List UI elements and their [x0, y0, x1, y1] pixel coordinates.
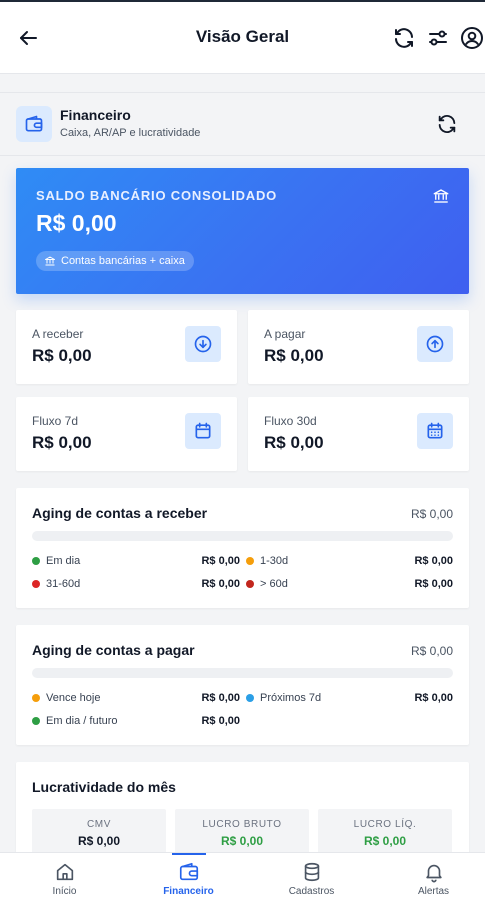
card-total: R$ 0,00: [410, 507, 453, 521]
legend-dot: [32, 557, 40, 565]
nav-item-financeiro[interactable]: Financeiro: [128, 853, 249, 897]
legend-label: Em dia / futuro: [46, 715, 118, 727]
profit-tile-cmv: CMV R$ 0,00: [32, 809, 166, 857]
stat-label: A pagar: [264, 327, 306, 341]
stat-card-fluxo-7d[interactable]: Fluxo 7d R$ 0,00: [16, 397, 237, 471]
aging-progress-bar: [32, 668, 453, 678]
aging-receivables-card: Aging de contas a receber R$ 0,00 Em dia…: [16, 488, 469, 608]
section-subtitle: Caixa, AR/AP e lucratividade: [60, 127, 201, 139]
balance-source-label: Contas bancárias + caixa: [61, 255, 185, 267]
database-icon: [304, 862, 319, 882]
nav-item-cadastros[interactable]: Cadastros: [251, 853, 372, 897]
nav-label: Início: [52, 886, 77, 897]
card-title: Lucratividade do mês: [32, 779, 176, 795]
stat-label: Fluxo 7d: [32, 414, 79, 428]
dashboard-content: SALDO BANCÁRIO CONSOLIDADO R$ 0,00 Conta…: [0, 157, 485, 872]
profit-tile-lucro-bruto: LUCRO BRUTO R$ 0,00: [175, 809, 309, 857]
legend-value: R$ 0,00: [201, 578, 240, 590]
legend-dot: [246, 694, 254, 702]
stat-card-fluxo-30d[interactable]: Fluxo 30d R$ 0,00: [248, 397, 469, 471]
bell-icon: [425, 864, 442, 883]
legend-label: Vence hoje: [46, 692, 101, 704]
profit-tile-value: R$ 0,00: [220, 834, 264, 848]
app-screen: Visão Geral Financeiro Caixa, AR/AP e lu…: [0, 0, 485, 897]
legend-value: R$ 0,00: [414, 692, 453, 704]
nav-label: Alertas: [417, 886, 450, 897]
account-icon[interactable]: [460, 26, 484, 50]
legend-label: 31-60d: [46, 578, 81, 590]
legend-value: R$ 0,00: [414, 578, 453, 590]
balance-source-pill: Contas bancárias + caixa: [36, 251, 194, 271]
legend-item: 1-30d: [246, 555, 288, 567]
card-title: Aging de contas a pagar: [32, 642, 195, 658]
legend-value: R$ 0,00: [201, 555, 240, 567]
arrow-down-circle-icon: [185, 326, 221, 362]
stat-card-a-pagar[interactable]: A pagar R$ 0,00: [248, 310, 469, 384]
legend-dot: [32, 580, 40, 588]
refresh-icon[interactable]: [392, 26, 416, 50]
legend-value: R$ 0,00: [414, 555, 453, 567]
profit-tile-value: R$ 0,00: [77, 834, 121, 848]
stat-value: R$ 0,00: [264, 433, 324, 452]
legend-dot: [32, 717, 40, 725]
legend-item: Em dia: [32, 555, 80, 567]
legend-value: R$ 0,00: [201, 692, 240, 704]
legend-dot: [246, 580, 254, 588]
balance-amount: R$ 0,00: [36, 210, 117, 236]
stat-label: A receber: [32, 327, 84, 341]
legend-item: Vence hoje: [32, 692, 100, 704]
wallet-icon: [179, 862, 198, 881]
bank-small-icon: [45, 256, 55, 266]
nav-label: Financeiro: [163, 886, 214, 897]
consolidated-balance-card: SALDO BANCÁRIO CONSOLIDADO R$ 0,00 Conta…: [16, 168, 469, 294]
card-title: Aging de contas a receber: [32, 505, 208, 521]
aging-progress-bar: [32, 531, 453, 541]
nav-item-alertas[interactable]: Alertas: [373, 853, 485, 897]
nav-item-inicio[interactable]: Início: [4, 853, 125, 897]
aging-payables-card: Aging de contas a pagar R$ 0,00 Vence ho…: [16, 625, 469, 745]
legend-item: Em dia / futuro: [32, 715, 118, 727]
section-header: Financeiro Caixa, AR/AP e lucratividade: [0, 92, 485, 156]
legend-label: Próximos 7d: [260, 692, 322, 704]
legend-item: 31-60d: [32, 578, 80, 590]
legend-label: > 60d: [260, 578, 288, 590]
nav-label: Cadastros: [288, 886, 335, 897]
arrow-up-circle-icon: [417, 326, 453, 362]
balance-label: SALDO BANCÁRIO CONSOLIDADO: [36, 188, 278, 203]
active-tab-indicator: [171, 853, 206, 855]
profit-tile-value: R$ 0,00: [363, 834, 407, 848]
profit-tile-lucro-liquido: LUCRO LÍQ. R$ 0,00: [318, 809, 452, 857]
legend-label: 1-30d: [260, 555, 289, 567]
stat-card-a-receber[interactable]: A receber R$ 0,00: [16, 310, 237, 384]
profit-tile-label: LUCRO LÍQ.: [353, 819, 417, 830]
stat-value: R$ 0,00: [32, 346, 92, 365]
profit-tile-label: LUCRO BRUTO: [202, 819, 282, 830]
card-total: R$ 0,00: [410, 644, 453, 658]
profit-tile-label: CMV: [86, 819, 112, 830]
legend-value: R$ 0,00: [201, 715, 240, 727]
legend-item: > 60d: [246, 578, 288, 590]
wallet-icon: [16, 106, 52, 142]
legend-item: Próximos 7d: [246, 692, 321, 704]
legend-dot: [32, 694, 40, 702]
filter-sliders-icon[interactable]: [426, 26, 450, 50]
calendar-grid-icon: [417, 413, 453, 449]
stat-value: R$ 0,00: [264, 346, 324, 365]
section-title: Financeiro: [60, 107, 131, 123]
home-icon: [56, 863, 73, 881]
section-refresh-icon[interactable]: [436, 113, 458, 135]
bottom-nav: Início Financeiro Cadastros Alertas: [0, 852, 485, 897]
top-bar: Visão Geral: [0, 2, 485, 74]
stat-label: Fluxo 30d: [264, 414, 317, 428]
legend-dot: [246, 557, 254, 565]
stat-value: R$ 0,00: [32, 433, 92, 452]
calendar-icon: [185, 413, 221, 449]
legend-label: Em dia: [46, 555, 81, 567]
bank-icon: [433, 189, 449, 203]
